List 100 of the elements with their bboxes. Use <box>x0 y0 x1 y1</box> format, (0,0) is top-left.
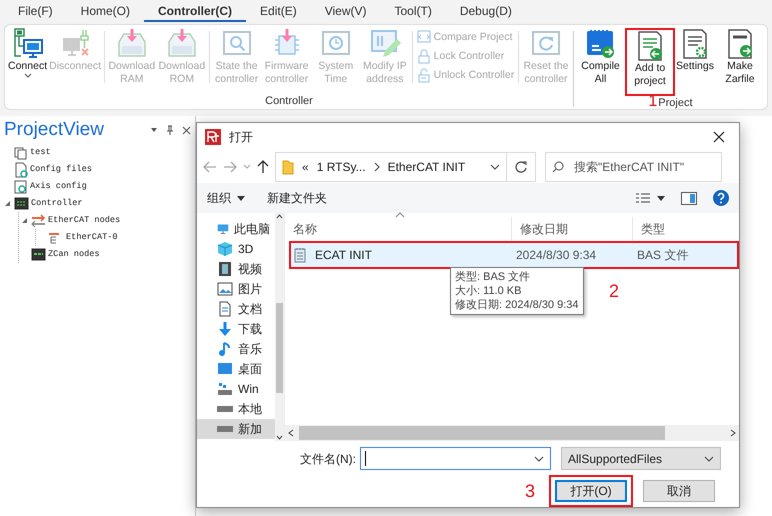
scroll-left-icon[interactable] <box>288 429 294 437</box>
expand-arrow-icon[interactable] <box>21 217 28 224</box>
scroll-up-icon[interactable] <box>276 213 284 219</box>
nav-item[interactable]: 图片 <box>197 279 276 299</box>
ribbon-button[interactable]: Settings <box>675 28 715 73</box>
tree-item[interactable]: ZCan nodes <box>48 248 100 261</box>
filename-field[interactable] <box>360 447 551 470</box>
dialog-button[interactable]: 取消 <box>643 480 715 502</box>
view-menu[interactable] <box>635 192 665 204</box>
ribbon-button[interactable]: Connect <box>7 28 48 79</box>
download-icon <box>217 321 233 337</box>
search-icon <box>552 161 564 173</box>
menu-tab[interactable]: File(F) <box>4 0 67 22</box>
close-icon[interactable] <box>713 131 725 143</box>
organize-menu[interactable]: 组织 <box>207 189 245 207</box>
controller-icon <box>14 197 29 210</box>
unlock-icon <box>416 68 431 83</box>
nav-item[interactable]: 文档 <box>197 299 276 319</box>
help-icon[interactable] <box>713 190 729 206</box>
pin-icon[interactable] <box>166 125 174 135</box>
chevron-icon <box>374 162 380 172</box>
nav-item[interactable]: 下载 <box>197 319 276 339</box>
refresh-icon <box>515 161 527 173</box>
step-number: 2 <box>609 283 620 299</box>
ribbon-button[interactable]: Make Zarfile <box>715 28 765 86</box>
scroll-right-icon[interactable] <box>730 429 736 437</box>
drive-icon <box>217 406 233 412</box>
dropdown-icon[interactable] <box>490 164 500 170</box>
nav-item[interactable]: Win <box>197 379 276 399</box>
new-folder-button[interactable]: 新建文件夹 <box>267 189 327 207</box>
nav-item[interactable]: 本地 <box>197 399 276 419</box>
refresh-button[interactable] <box>506 152 536 182</box>
ribbon-button[interactable]: Compile All <box>576 28 626 86</box>
drive-icon <box>217 381 233 397</box>
tree-item[interactable]: Axis config <box>30 180 87 193</box>
film-icon <box>217 261 233 277</box>
menu-tab[interactable]: View(V) <box>310 0 380 22</box>
scroll-down-icon[interactable] <box>276 435 284 441</box>
app-logo-icon <box>205 129 221 145</box>
file-name: ECAT INIT <box>314 247 372 264</box>
dialog-button[interactable]: 打开(O) <box>555 480 627 502</box>
step-number: 3 <box>524 483 535 499</box>
group-label: Project <box>658 96 693 109</box>
code-document-icon <box>584 28 616 60</box>
dropdown-icon <box>534 456 544 462</box>
file-row[interactable]: ECAT INIT 2024/8/30 9:34 BAS 文件 <box>289 241 739 269</box>
menu-tab[interactable]: Debug(D) <box>446 0 526 22</box>
nav-item[interactable]: 新加 <box>197 419 276 439</box>
file-type-dropdown[interactable]: AllSupportedFiles <box>561 447 721 470</box>
up-icon[interactable] <box>257 160 269 174</box>
lock-icon <box>416 49 431 64</box>
dropdown-icon <box>704 456 714 462</box>
cube-icon <box>217 241 233 257</box>
tree-item[interactable]: test <box>30 146 51 159</box>
folder-icon <box>282 159 294 175</box>
scrollbar-thumb[interactable] <box>276 303 283 393</box>
file-date: 2024/8/30 9:34 <box>515 247 598 264</box>
screen-pencil-icon <box>368 28 401 60</box>
sort-icon <box>395 212 405 218</box>
file-type: BAS 文件 <box>636 247 688 264</box>
box-gear-icon <box>14 178 28 194</box>
close-icon[interactable] <box>182 126 191 134</box>
memory-download-icon <box>166 28 198 60</box>
preview-pane-icon[interactable] <box>681 192 697 204</box>
nav-item[interactable]: 音乐 <box>197 339 276 359</box>
nav-item[interactable]: 桌面 <box>197 359 276 379</box>
menu-tab[interactable]: Tool(T) <box>380 0 446 22</box>
expand-arrow-icon[interactable] <box>4 200 11 207</box>
view-list-icon <box>635 192 651 204</box>
music-note-icon <box>217 341 233 357</box>
nav-item[interactable]: 此电脑 <box>197 219 276 239</box>
file-gear-icon <box>14 162 28 178</box>
dropdown-icon[interactable] <box>150 126 158 134</box>
menu-tab[interactable]: Home(O) <box>66 0 144 22</box>
tree-item[interactable]: EtherCAT-0 <box>66 231 118 244</box>
tree-item[interactable]: EtherCAT nodes <box>48 214 120 227</box>
menu-tab[interactable]: Edit(E) <box>246 0 311 22</box>
ribbon-button[interactable]: Add to project <box>625 28 676 96</box>
tree-item[interactable]: Config files <box>30 163 92 176</box>
panel-title: ProjectView <box>4 118 104 142</box>
group-label: Controller <box>265 94 313 108</box>
tooltip: 类型: BAS 文件 大小: 11.0 KB 修改日期: 2024/8/30 9:34 <box>450 267 584 315</box>
board-icon <box>31 248 46 261</box>
column-header[interactable]: 类型 <box>633 217 739 241</box>
scrollbar-thumb[interactable] <box>299 426 665 440</box>
network-monitor-icon <box>12 28 44 60</box>
stack-icon <box>14 144 28 160</box>
field-label: 文件名(N): <box>300 450 356 468</box>
menu-tab[interactable]: Controller(C) <box>144 0 246 22</box>
desktop-icon <box>217 361 233 377</box>
window-title: 打开 <box>229 129 253 146</box>
document-icon <box>217 301 233 317</box>
caret-icon <box>237 196 245 200</box>
picture-icon <box>217 281 233 297</box>
compare-icon <box>416 30 431 45</box>
search-field[interactable]: 搜索"EtherCAT INIT" <box>545 152 722 182</box>
memory-download-icon <box>116 28 148 60</box>
address-bar[interactable]: « 1 RTSy... EtherCAT INIT <box>275 152 507 182</box>
network-arrows-icon <box>31 214 46 227</box>
tree-item[interactable]: Controller <box>31 197 83 210</box>
